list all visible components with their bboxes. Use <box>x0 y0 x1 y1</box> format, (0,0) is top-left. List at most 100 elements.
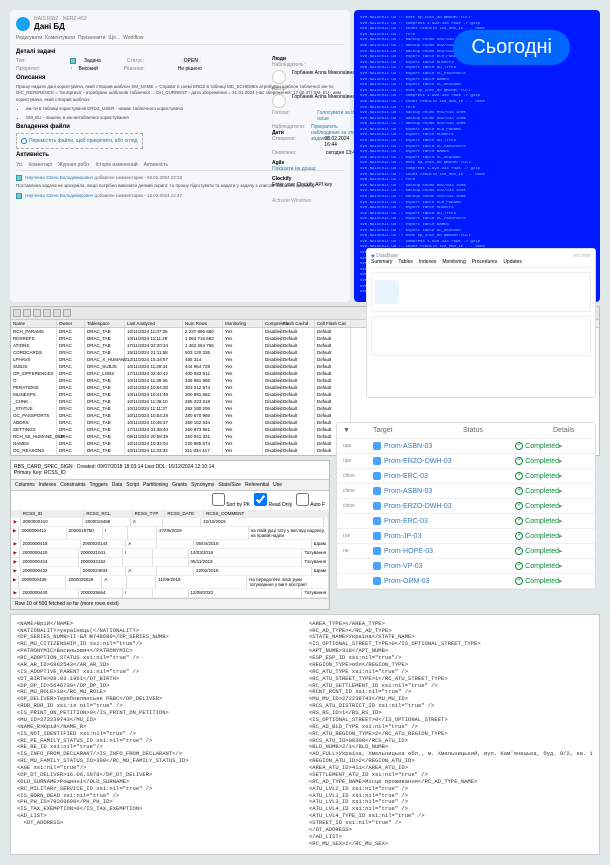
check-icon <box>515 577 523 585</box>
rbs-tab[interactable]: Script <box>126 482 139 488</box>
node-icon <box>373 517 381 525</box>
row-count: Row 10 of 500 fetched so far (more rows … <box>11 598 329 609</box>
col-status[interactable]: Status <box>463 427 553 434</box>
comment-button[interactable]: Коментувати <box>45 35 75 41</box>
rbs-row[interactable]: ▶20000004322000024834A22/02/2018Шрам <box>11 567 329 576</box>
resolution-label: Рішення: <box>124 66 172 72</box>
target-row[interactable]: chineProm-ASBN-03Completed▸ <box>337 484 595 499</box>
checkbox-icon <box>16 175 22 181</box>
assign-button[interactable]: Призначити <box>78 35 105 41</box>
target-row[interactable]: Prom-VP-03Completed▸ <box>337 559 595 574</box>
rbs-pk: Primary Key: RCSS_ID <box>14 470 326 476</box>
ticket-title: Дані БД <box>34 22 87 31</box>
db-tab[interactable]: Indexes <box>419 259 437 265</box>
target-row[interactable]: rueProm-JP-03Completed▸ <box>337 529 595 544</box>
rbs-tab[interactable]: Grants <box>172 482 187 488</box>
col-target[interactable]: Target <box>373 427 463 434</box>
filter-icon[interactable]: ▼ <box>343 427 373 434</box>
rbs-row[interactable]: ▶20000004402000025664I12/08/2020Татуванн… <box>11 589 329 598</box>
rbs-tab[interactable]: Constraints <box>60 482 85 488</box>
rbs-tab[interactable]: Synonyms <box>191 482 214 488</box>
table-row[interactable]: OC_PASSPORTSDRACDRAC_TAB10/11/2024 10:54… <box>11 412 599 419</box>
rbs-row[interactable]: ▶20000004352000025029A11/09/2019На перед… <box>11 576 329 589</box>
db-tab[interactable]: Procedures <box>472 259 498 265</box>
rbs-tab[interactable]: Stats/Size <box>218 482 241 488</box>
auto-f[interactable]: Auto F <box>296 493 325 508</box>
tab-activity[interactable]: Активність <box>144 162 169 168</box>
read-only[interactable]: Read Only <box>254 493 292 508</box>
node-icon <box>373 547 381 555</box>
rbs-tab[interactable]: Indexes <box>39 482 57 488</box>
rbs-row[interactable]: ▶20000004202000021041I14/03/2019Татуванн… <box>11 549 329 558</box>
edit-button[interactable]: Редагувати <box>16 35 42 41</box>
target-row[interactable]: Prom-ERC-03Completed▸ <box>337 514 595 529</box>
workflow-button[interactable]: Workflow <box>123 35 143 41</box>
activate-windows: Activate Windows <box>272 198 362 204</box>
db-tab[interactable]: Updates <box>503 259 522 265</box>
target-row[interactable]: upeProm-ASBN-03Completed▸ <box>337 439 595 454</box>
target-row[interactable]: chineProm-ERC-03Completed▸ <box>337 469 595 484</box>
db-note: ext note <box>573 253 591 259</box>
table-row[interactable]: _STATUSDRACDRAC_TAB10/11/2024 11:11:3728… <box>11 405 599 412</box>
db-tab[interactable]: Tables <box>398 259 412 265</box>
sort-pk[interactable]: Sort by PK <box>212 493 250 508</box>
db-tab[interactable]: Monitoring <box>442 259 465 265</box>
db-tab[interactable]: Summary <box>371 259 392 265</box>
dropzone[interactable]: Перемістіть файли, щоб прикріпити, або о… <box>16 133 143 149</box>
rbs-row[interactable]: ▶2000000424200002215205/11/2019Татування <box>11 558 329 567</box>
db-card[interactable] <box>371 272 591 312</box>
check-icon <box>515 547 523 555</box>
log-author-2[interactable]: Наученко Євген Володимирович <box>25 193 93 198</box>
db-icon <box>375 280 399 304</box>
resolution-value: Не рішено <box>178 66 202 72</box>
rbs-tab[interactable]: Partitioning <box>143 482 168 488</box>
col-details[interactable]: Details <box>553 427 589 434</box>
grid-btn[interactable] <box>53 309 61 317</box>
rbs-tab[interactable]: Referential <box>245 482 269 488</box>
rbs-tab[interactable]: Triggers <box>90 482 108 488</box>
tab-comments[interactable]: Коментарі <box>28 162 52 168</box>
tab-history[interactable]: Історів изменений <box>96 162 138 168</box>
status-label: Статус: <box>127 58 175 64</box>
rbs-tab[interactable]: Columns <box>15 482 35 488</box>
rbs-tab[interactable]: Use <box>273 482 282 488</box>
reporter-name: Горбаник Алла Миколаївна <box>292 70 355 84</box>
rbs-row[interactable]: ▶20000004122000018750I27/05/2019на лівій… <box>11 527 329 540</box>
log-author[interactable]: Наученко Євген Володимирович <box>25 176 93 181</box>
updated-label: Оновлено: <box>272 150 320 156</box>
log-meta: добавлен комментарик - 08.02.2024 22:33 <box>94 176 181 181</box>
more-button[interactable]: Ще... <box>108 35 120 41</box>
grid-btn[interactable] <box>23 309 31 317</box>
type-icon <box>70 58 76 64</box>
table-row[interactable]: _CHNKDRACDRAC_TAB10/11/2024 11:36:10285 … <box>11 398 599 405</box>
target-row[interactable]: upeProm-ERZO-DWH-03Completed▸ <box>337 454 595 469</box>
check-icon <box>515 502 523 510</box>
target-row[interactable]: chineProm-ERZO-DWH-03Completed▸ <box>337 499 595 514</box>
grid-btn[interactable] <box>63 309 71 317</box>
rbs-tab[interactable]: Data <box>112 482 123 488</box>
priority-value: Високий <box>79 66 98 72</box>
grid-btn[interactable] <box>13 309 21 317</box>
created-label: Створено: <box>272 136 318 148</box>
node-icon <box>373 487 381 495</box>
avatar <box>272 94 286 108</box>
tab-all[interactable]: Усі <box>16 162 22 168</box>
today-badge: Сьогодні <box>453 30 570 65</box>
rbs-row[interactable]: ▶20000004182000020144A05/04/2019Шрам <box>11 540 329 549</box>
status-value: OPEN <box>181 58 201 64</box>
type-label: Тип: <box>16 58 64 64</box>
check-icon <box>515 487 523 495</box>
db-card-2[interactable] <box>371 316 591 356</box>
grid-btn[interactable] <box>33 309 41 317</box>
log-meta-2: добавлен комментарик - 13.02.2024 12:47 <box>94 193 181 198</box>
target-row[interactable]: Prom-ORM-03Completed▸ <box>337 574 595 589</box>
rbs-row[interactable]: ▶20000004102000019499A22/10/2019 <box>11 518 329 527</box>
grid-btn[interactable] <box>43 309 51 317</box>
xml-preview: <NAME>Юрій</NAME> <NATIONALITY>українець… <box>10 614 600 855</box>
node-icon <box>373 562 381 570</box>
node-icon <box>373 457 381 465</box>
tab-worklog[interactable]: Журнал робіт <box>58 162 89 168</box>
author-label: Автор <box>272 86 320 92</box>
agile-link[interactable]: Показати на дошці <box>272 166 315 172</box>
target-row[interactable]: neProm-HOPE-03Completed▸ <box>337 544 595 559</box>
